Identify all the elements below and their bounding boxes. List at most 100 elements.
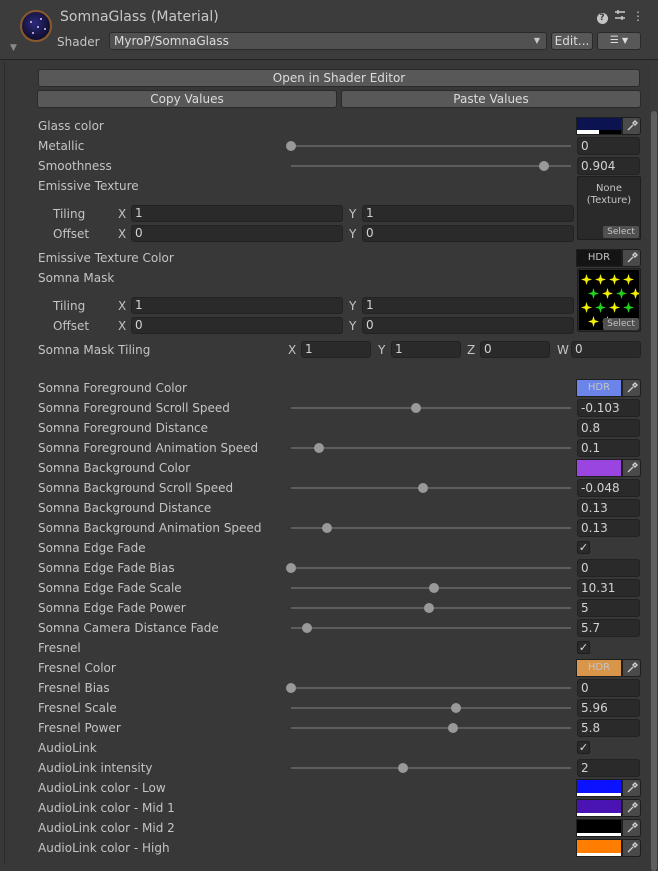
edge-fade-power-field[interactable]: 5 [577, 599, 640, 617]
emissive-texture-slot[interactable]: None (Texture) Select [577, 176, 641, 240]
eyedropper-icon[interactable] [622, 839, 641, 857]
shader-menu-button[interactable]: ☰ ▼ [597, 32, 641, 50]
bg-scroll-slider-handle[interactable] [418, 483, 429, 493]
mask-vec-w-field[interactable]: 0 [571, 341, 641, 358]
fresnel-scale-slider[interactable] [291, 703, 571, 713]
emissive-offset-y-field[interactable]: 0 [362, 225, 574, 242]
smoothness-slider[interactable] [291, 161, 571, 171]
fresnel-bias-field[interactable]: 0 [577, 679, 640, 697]
fresnel-power-slider-handle[interactable] [448, 723, 459, 733]
camera-fade-slider[interactable] [291, 623, 571, 633]
fg-scroll-field[interactable]: -0.103 [577, 399, 640, 417]
emissive-offset-x-field[interactable]: 0 [131, 225, 343, 242]
edge-fade-power-label: Somna Edge Fade Power [38, 601, 186, 615]
edit-shader-button[interactable]: Edit... [551, 32, 593, 50]
mask-vec-x-field[interactable]: 1 [301, 341, 371, 358]
mask-offset-y-field[interactable]: 0 [362, 317, 574, 334]
eyedropper-icon[interactable] [622, 779, 641, 797]
fg-scroll-slider-handle[interactable] [410, 403, 421, 413]
glass-color-swatch[interactable] [576, 117, 622, 135]
emissive-texture-select-button[interactable]: Select [603, 226, 639, 238]
camera-fade-field[interactable]: 5.7 [577, 619, 640, 637]
eyedropper-icon[interactable] [622, 379, 641, 397]
edge-fade-bias-row: Somna Edge Fade Bias 0 [0, 558, 650, 578]
eyedropper-icon[interactable] [622, 819, 641, 837]
smoothness-field[interactable]: 0.904 [577, 157, 640, 175]
copy-values-button[interactable]: Copy Values [37, 90, 337, 108]
camera-fade-slider-handle[interactable] [301, 623, 312, 633]
eyedropper-icon[interactable] [622, 117, 641, 135]
eyedropper-icon[interactable] [622, 459, 641, 477]
metallic-field[interactable]: 0 [577, 137, 640, 155]
emissive-tiling-y-field[interactable]: 1 [362, 205, 574, 222]
shader-dropdown[interactable]: MyroP/SomnaGlass ▼ [109, 32, 547, 50]
bg-anim-slider[interactable] [291, 523, 571, 533]
bg-anim-field[interactable]: 0.13 [577, 519, 640, 537]
edge-fade-power-slider-handle[interactable] [424, 603, 435, 613]
al-low-swatch[interactable] [576, 779, 622, 797]
bg-anim-slider-handle[interactable] [322, 523, 333, 533]
fg-anim-slider-handle[interactable] [314, 443, 324, 453]
paste-values-button[interactable]: Paste Values [341, 90, 641, 108]
fg-scroll-slider[interactable] [291, 403, 571, 413]
edge-fade-bias-field[interactable]: 0 [577, 559, 640, 577]
bg-scroll-field[interactable]: -0.048 [577, 479, 640, 497]
bg-distance-field[interactable]: 0.13 [577, 499, 640, 517]
eyedropper-icon[interactable] [622, 659, 641, 677]
fresnel-checkbox[interactable]: ✓ [577, 641, 590, 654]
scrollbar[interactable] [650, 61, 658, 871]
fresnel-scale-field[interactable]: 5.96 [577, 699, 640, 717]
fresnel-bias-slider-handle[interactable] [286, 683, 296, 693]
smoothness-slider-handle[interactable] [539, 161, 550, 171]
edge-fade-power-slider[interactable] [291, 603, 571, 613]
fg-anim-field[interactable]: 0.1 [577, 439, 640, 457]
fresnel-power-field[interactable]: 5.8 [577, 719, 640, 737]
fg-color-label: Somna Foreground Color [38, 381, 187, 395]
mask-vec-y-field[interactable]: 1 [391, 341, 461, 358]
edge-fade-scale-slider-handle[interactable] [428, 583, 439, 593]
audiolink-checkbox[interactable]: ✓ [577, 741, 590, 754]
fresnel-power-slider[interactable] [291, 723, 571, 733]
somna-mask-select-button[interactable]: Select [603, 318, 639, 330]
hdr-badge: HDR [587, 252, 611, 263]
fresnel-color-swatch[interactable]: HDR [576, 659, 622, 677]
more-icon[interactable]: ⋮ [632, 9, 644, 23]
bg-color-swatch[interactable] [576, 459, 622, 477]
somna-mask-slot[interactable]: Select [577, 268, 641, 332]
fg-color-swatch[interactable]: HDR [576, 379, 622, 397]
al-mid2-swatch[interactable] [576, 819, 622, 837]
edge-fade-scale-slider[interactable] [291, 583, 571, 593]
sliders-icon[interactable] [614, 9, 626, 23]
al-mid1-swatch[interactable] [576, 799, 622, 817]
mask-tiling-y-field[interactable]: 1 [362, 297, 574, 314]
eyedropper-icon[interactable] [622, 249, 641, 267]
audiolink-intensity-slider-handle[interactable] [398, 763, 408, 773]
edge-fade-checkbox[interactable]: ✓ [577, 541, 590, 554]
al-high-swatch[interactable] [576, 839, 622, 857]
metallic-slider[interactable] [286, 141, 571, 151]
scrollbar-thumb[interactable] [651, 111, 657, 871]
emissive-tiling-x-field[interactable]: 1 [131, 205, 343, 222]
audiolink-intensity-slider[interactable] [291, 763, 571, 773]
open-shader-editor-button[interactable]: Open in Shader Editor [38, 69, 640, 87]
fg-distance-field[interactable]: 0.8 [577, 419, 640, 437]
mask-vec-z-field[interactable]: 0 [480, 341, 550, 358]
foldout-arrow-icon[interactable]: ▼ [10, 43, 17, 53]
bg-scroll-slider[interactable] [291, 483, 571, 493]
fresnel-bias-slider[interactable] [286, 683, 571, 693]
audiolink-intensity-field[interactable]: 2 [577, 759, 640, 777]
bg-color-row: Somna Background Color [0, 458, 650, 478]
fg-anim-slider[interactable] [291, 443, 571, 453]
mask-offset-x-field[interactable]: 0 [131, 317, 343, 334]
check-icon: ✓ [578, 641, 589, 654]
metallic-slider-handle[interactable] [286, 141, 296, 151]
edge-fade-bias-slider-handle[interactable] [286, 563, 296, 573]
fresnel-color-label: Fresnel Color [38, 661, 116, 675]
eyedropper-icon[interactable] [622, 799, 641, 817]
fresnel-scale-slider-handle[interactable] [450, 703, 461, 713]
emissive-color-swatch[interactable]: HDR [576, 249, 622, 267]
mask-tiling-x-field[interactable]: 1 [131, 297, 343, 314]
edge-fade-scale-field[interactable]: 10.31 [577, 579, 640, 597]
help-icon[interactable]: ? [596, 9, 608, 24]
edge-fade-bias-slider[interactable] [286, 563, 571, 573]
